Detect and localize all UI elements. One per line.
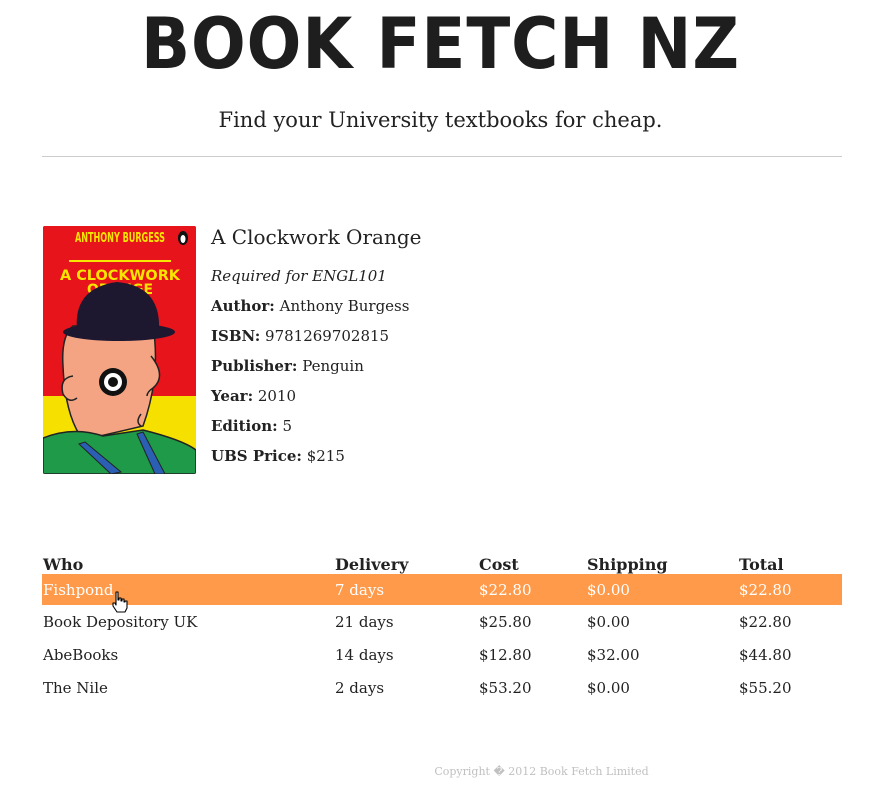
edition-value: 5 <box>282 417 293 435</box>
book-cover-image: ANTHONY BURGESS A CLOCKWORK ORANGE <box>43 226 196 474</box>
delivery-time: 7 days <box>334 574 478 605</box>
table-row[interactable]: Fishpond 7 days $22.80 $0.00 $22.80 <box>42 574 842 605</box>
price-comparison-table: Who Delivery Cost Shipping Total Fishpon… <box>42 548 842 704</box>
book-details: A Clockwork Orange Required for ENGL101 … <box>211 224 421 471</box>
vendor-name[interactable]: The Nile <box>42 671 334 704</box>
delivery-time: 2 days <box>335 678 385 697</box>
required-course: Required for ENGL101 <box>211 267 387 285</box>
hand-pointer-cursor-icon <box>112 591 128 613</box>
shipping-value: $0.00 <box>586 574 738 605</box>
table-header-row: Who Delivery Cost Shipping Total <box>42 548 842 574</box>
header-delivery: Delivery <box>335 555 409 574</box>
total-value: $55.20 <box>739 678 792 697</box>
year-value: 2010 <box>257 387 297 405</box>
cost-value: $22.80 <box>478 574 586 605</box>
publisher-row: Publisher: Penguin <box>211 351 421 381</box>
edition-row: Edition: 5 <box>211 411 421 441</box>
site-logo[interactable]: BOOK FETCH NZ <box>35 6 846 82</box>
book-title: A Clockwork Orange <box>211 225 422 249</box>
year-label: Year: <box>211 387 254 405</box>
cover-author-text: ANTHONY BURGESS <box>75 231 165 246</box>
shipping-value: $0.00 <box>587 612 630 631</box>
delivery-time: 21 days <box>335 612 394 631</box>
ubs-price-row: UBS Price: $215 <box>211 441 421 471</box>
total-value: $44.80 <box>739 645 792 664</box>
total-value: $22.80 <box>738 574 842 605</box>
author-label: Author: <box>211 297 275 315</box>
delivery-time: 14 days <box>335 645 394 664</box>
isbn-label: ISBN: <box>211 327 261 345</box>
table-row[interactable]: The Nile 2 days $53.20 $0.00 $55.20 <box>42 671 842 704</box>
header-who: Who <box>43 555 84 574</box>
table-row[interactable]: Book Depository UK 21 days $25.80 $0.00 … <box>42 605 842 638</box>
shipping-value: $0.00 <box>587 678 630 697</box>
isbn-value: 9781269702815 <box>265 327 390 345</box>
header-cost: Cost <box>479 555 519 574</box>
cost-value: $12.80 <box>479 645 532 664</box>
header-total: Total <box>739 555 784 574</box>
footer-copyright: Copyright � 2012 Book Fetch Limited <box>434 765 649 778</box>
cost-value: $53.20 <box>479 678 532 697</box>
vendor-name[interactable]: Book Depository UK <box>42 605 334 638</box>
author-value: Anthony Burgess <box>279 297 410 315</box>
tagline: Find your University textbooks for cheap… <box>218 108 663 132</box>
ubs-price-label: UBS Price: <box>211 447 302 465</box>
publisher-label: Publisher: <box>211 357 298 375</box>
vendor-name[interactable]: Fishpond <box>42 574 334 605</box>
total-value: $22.80 <box>739 612 792 631</box>
ubs-price-value: $215 <box>306 447 345 465</box>
table-row[interactable]: AbeBooks 14 days $12.80 $32.00 $44.80 <box>42 638 842 671</box>
shipping-value: $32.00 <box>587 645 640 664</box>
cost-value: $25.80 <box>479 612 532 631</box>
isbn-row: ISBN: 9781269702815 <box>211 321 421 351</box>
header-shipping: Shipping <box>587 555 668 574</box>
author-row: Author: Anthony Burgess <box>211 291 421 321</box>
header-divider <box>42 156 842 157</box>
publisher-value: Penguin <box>302 357 364 375</box>
year-row: Year: 2010 <box>211 381 421 411</box>
edition-label: Edition: <box>211 417 278 435</box>
vendor-name[interactable]: AbeBooks <box>42 638 334 671</box>
